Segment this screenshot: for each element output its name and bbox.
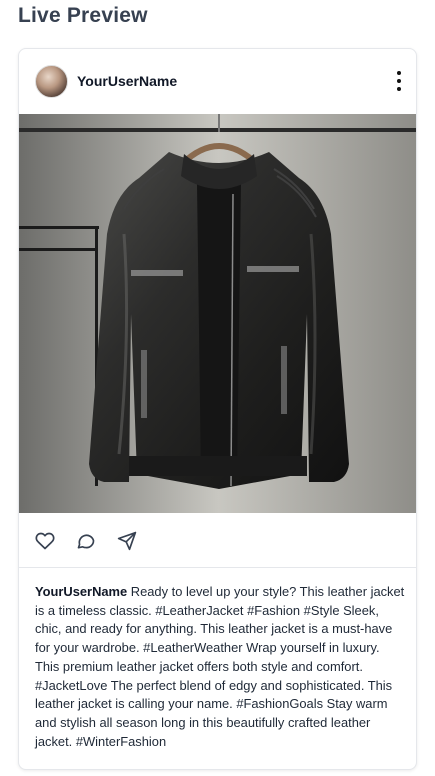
caption-text: Ready to level up your style? This leath… bbox=[35, 584, 405, 749]
post-header: YourUserName bbox=[19, 49, 416, 113]
like-heart-icon[interactable] bbox=[35, 531, 55, 551]
post-preview-card: YourUserName YourUserName Ready to level… bbox=[18, 48, 417, 770]
comment-icon[interactable] bbox=[76, 531, 96, 551]
post-caption: YourUserName Ready to level up your styl… bbox=[35, 583, 405, 751]
post-image bbox=[19, 114, 416, 513]
more-options-icon[interactable] bbox=[394, 71, 404, 91]
post-username[interactable]: YourUserName bbox=[77, 73, 177, 89]
caption-username[interactable]: YourUserName bbox=[35, 584, 127, 599]
section-title: Live Preview bbox=[18, 4, 148, 27]
share-send-icon[interactable] bbox=[117, 531, 137, 551]
post-actions bbox=[19, 514, 416, 568]
avatar[interactable] bbox=[35, 64, 68, 98]
jacket-illustration bbox=[19, 114, 416, 513]
